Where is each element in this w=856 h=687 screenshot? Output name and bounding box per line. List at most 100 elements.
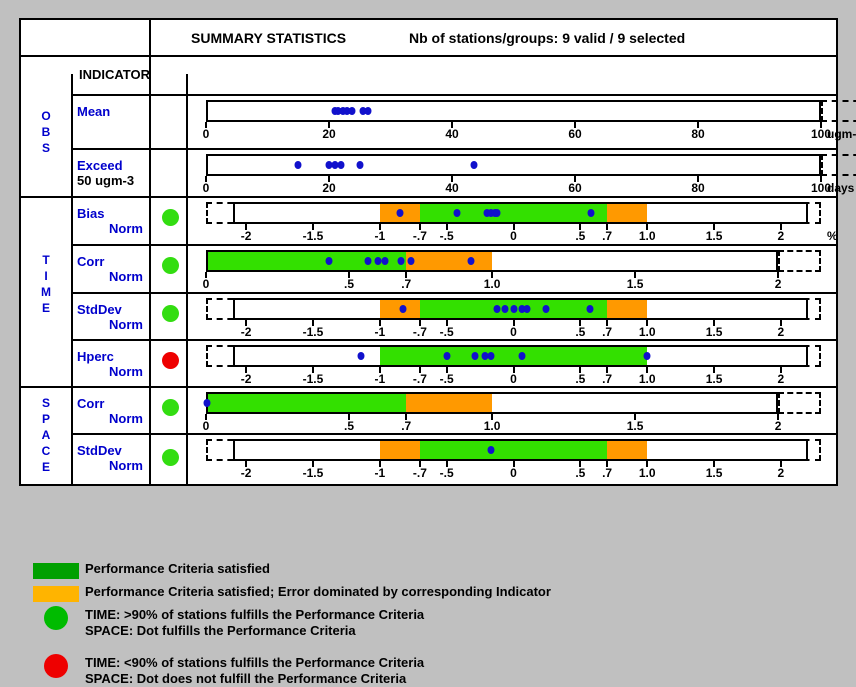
row-rule-space-corr [71,433,836,435]
axis-tick-label: 1.5 [705,372,723,386]
row-rule-time-bias [71,244,836,246]
axis-row-space-stddev: -2 -1.5 -1 -.7 -.5 0 .5 .7 1.0 1.5 2 [21,439,836,486]
axis-tick-label: .5 [344,419,355,433]
criteria-band-green [208,394,407,412]
axis-unit-label: % [827,229,838,243]
criteria-band-orange [607,300,648,318]
axis-tick-label: -.5 [439,466,454,480]
axis-tick-label: -.5 [439,372,454,386]
axis-tick-label: .7 [602,325,613,339]
axis-tick-label: 1.5 [626,419,644,433]
data-point [381,257,389,265]
criteria-band-green [419,441,608,459]
data-point [364,257,372,265]
axis-tick-label: 80 [691,127,705,141]
criteria-band-orange [607,441,648,459]
legend-text-line: SPACE: Dot does not fulfill the Performa… [85,671,407,686]
data-point [493,305,501,313]
data-point [493,209,501,217]
legend-dot-green [44,606,68,630]
row-rule-indicator [71,94,836,96]
axis-tick-label: .7 [602,229,613,243]
axis-tick-label: -.7 [412,325,427,339]
axis-tick-label: -1 [374,229,386,243]
axis-dashed-extension-left [778,392,821,414]
legend-text: Performance Criteria satisfied [85,561,270,577]
data-point [374,257,382,265]
axis-tick-label: -.7 [412,466,427,480]
row-rule-obs-mean [71,148,836,150]
data-point [443,352,451,360]
legend-dot-red [44,654,68,678]
row-rule-obs-block [21,196,836,198]
axis-row-obs-exceed: 0 20 40 60 80 100 days [21,154,856,196]
axis-tick-label: .5 [344,277,355,291]
axis-tick-label: 0 [202,127,210,141]
legend-text-line: TIME: <90% of stations fulfills the Perf… [85,655,425,670]
data-point [396,209,404,217]
axis-tick-label: 20 [322,181,336,195]
data-point [348,107,356,115]
axis-bar-space-stddev [232,439,808,461]
data-point [587,209,595,217]
row-rule-time-block [21,386,836,388]
axis-tick-label: .7 [401,419,412,433]
legend-text-line: TIME: >90% of stations fulfills the Perf… [85,607,425,622]
axis-tick-label: -.5 [439,229,454,243]
criteria-band-green [419,204,608,222]
axis-bar-time-corr [206,250,779,272]
legend-text: Performance Criteria satisfied; Error do… [85,584,551,600]
axis-row-time-bias: -2 -1.5 -1 -.7 -.5 0 .5 .7 1.0 1.5 2% [21,202,838,244]
data-point [356,161,364,169]
criteria-band-green [379,347,648,365]
row-rule-header [21,55,836,57]
axis-tick-label: 1.0 [638,229,656,243]
axis-tick-label: 60 [568,181,582,195]
axis-row-time-hperc: -2 -1.5 -1 -.7 -.5 0 .5 .7 1.0 1.5 2 [21,345,836,386]
axis-tick-label: 1.0 [638,325,656,339]
data-point [542,305,550,313]
data-point [518,352,526,360]
axis-tick-label: 40 [445,127,459,141]
data-point [203,399,211,407]
legend-text: TIME: >90% of stations fulfills the Perf… [85,607,424,639]
data-point [487,352,495,360]
axis-tick-label: 80 [691,181,705,195]
axis-tick-label: -1.5 [302,229,324,243]
axis-tick-label: .5 [575,372,586,386]
summary-statistics-title: SUMMARY STATISTICS [191,30,347,46]
axis-dashed-extension-left [821,100,856,122]
data-point [586,305,594,313]
axis-tick-label: 0 [202,419,210,433]
data-point [357,352,365,360]
axis-tick-label: .5 [575,466,586,480]
data-point [453,209,461,217]
legend-panel: Performance Criteria satisfied Performanc… [0,553,856,686]
criteria-band-orange [379,441,420,459]
axis-tick-label: 60 [568,127,582,141]
axis-bar-space-corr [206,392,779,414]
axis-tick-label: -1 [374,372,386,386]
data-point [364,107,372,115]
axis-tick-label: .5 [575,325,586,339]
axis-tick-label: 1.0 [638,466,656,480]
axis-dashed-extension-left [778,250,821,272]
axis-bar-obs-mean [206,100,821,122]
data-point [337,161,345,169]
legend-text-line: SPACE: Dot fulfills the Performance Crit… [85,623,356,638]
axis-row-time-corr: 0 .5 .7 1.0 1.5 2 [21,250,836,292]
axis-tick-label: 2 [777,372,785,386]
axis-unit-label: days [827,181,855,195]
axis-tick-label: 0 [202,181,210,195]
legend-text: TIME: <90% of stations fulfills the Perf… [85,655,424,687]
axis-tick-label: -.5 [439,325,454,339]
data-point [471,352,479,360]
axis-tick-label: 40 [445,181,459,195]
axis-tick-label: 0 [510,229,517,243]
criteria-band-orange [406,252,493,270]
legend-swatch-orange [33,586,79,602]
axis-tick-label: -1 [374,325,386,339]
data-point [294,161,302,169]
axis-tick-label: 1.0 [638,372,656,386]
axis-row-time-stddev: -2 -1.5 -1 -.7 -.5 0 .5 .7 1.0 1.5 2 [21,298,836,339]
